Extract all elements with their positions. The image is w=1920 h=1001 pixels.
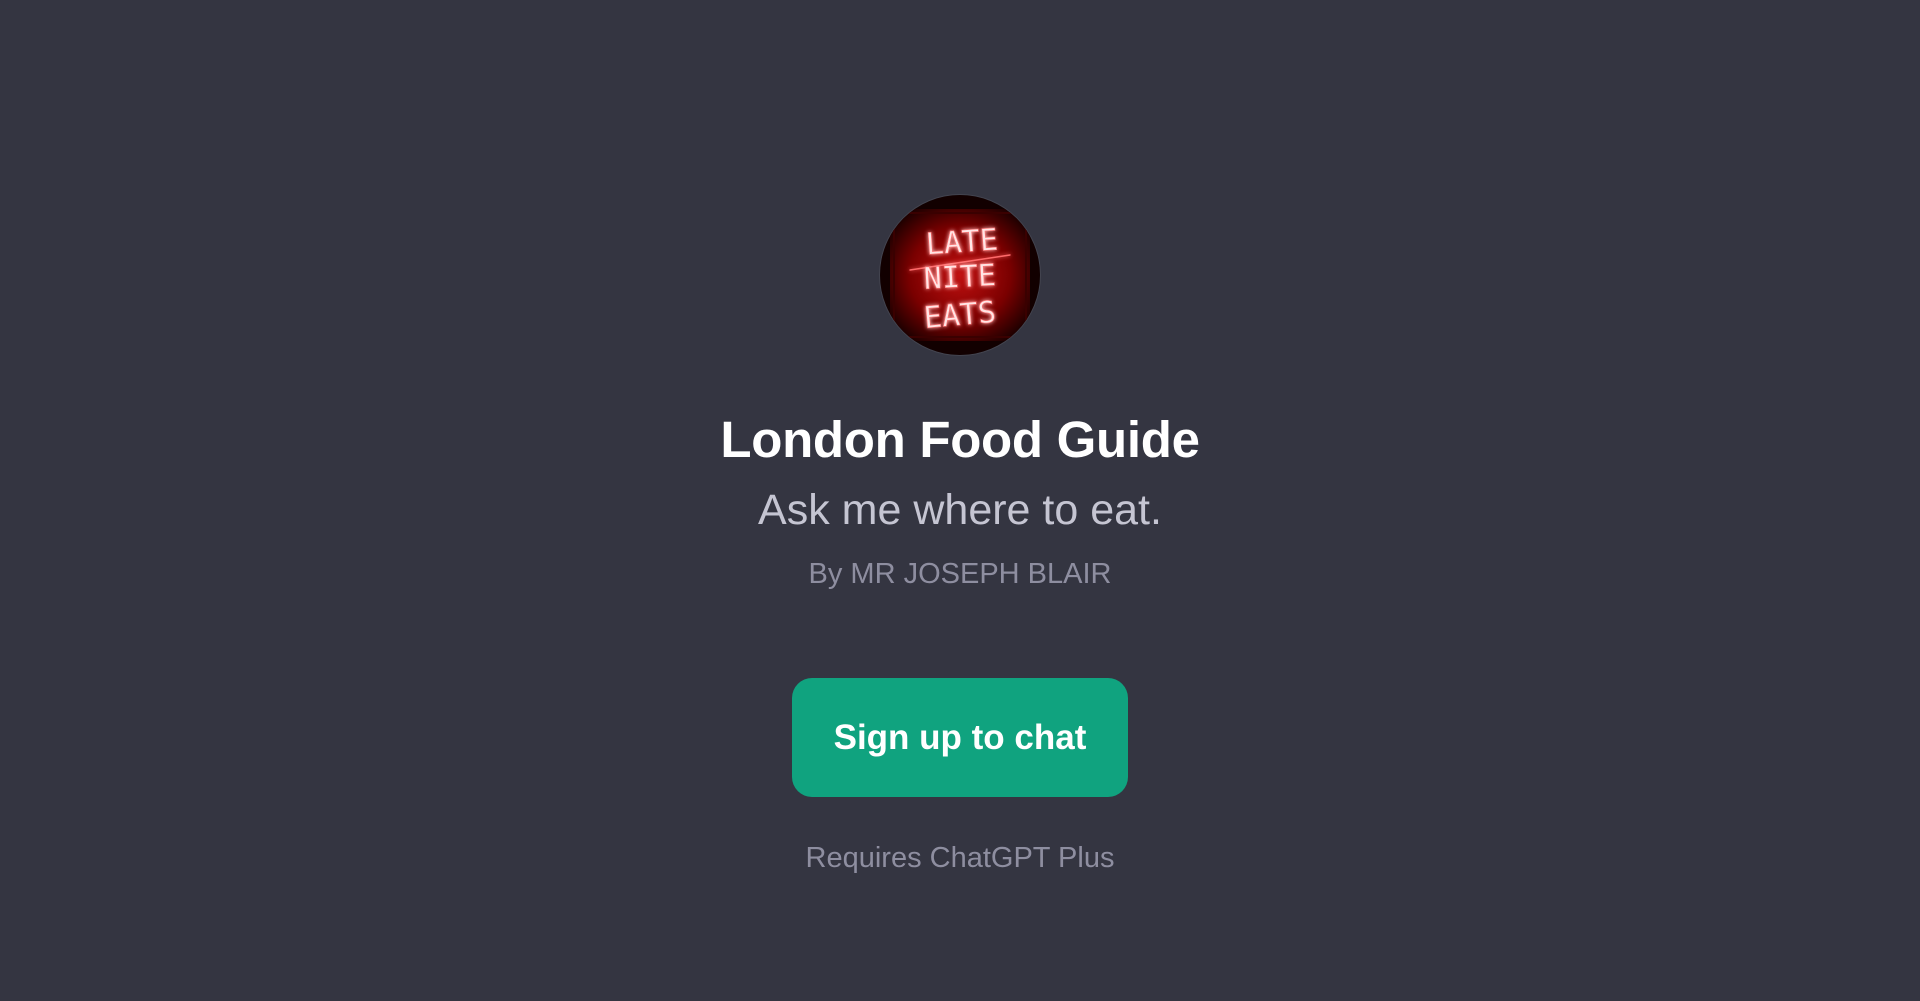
gpt-landing-page: LATE NITE EATS London Food Guide Ask me … <box>0 0 1920 1001</box>
sign-line-2: NITE <box>923 258 997 297</box>
sign-line-1: LATE <box>925 223 1000 263</box>
gpt-author: By MR JOSEPH BLAIR <box>808 558 1112 590</box>
neon-sign-icon: LATE NITE EATS <box>880 195 1040 355</box>
gpt-title: London Food Guide <box>720 411 1200 468</box>
gpt-avatar: LATE NITE EATS <box>880 195 1040 355</box>
requirement-note: Requires ChatGPT Plus <box>805 842 1115 874</box>
gpt-description: Ask me where to eat. <box>758 486 1162 534</box>
sign-up-to-chat-button[interactable]: Sign up to chat <box>792 678 1128 797</box>
sign-line-3: EATS <box>922 295 997 336</box>
